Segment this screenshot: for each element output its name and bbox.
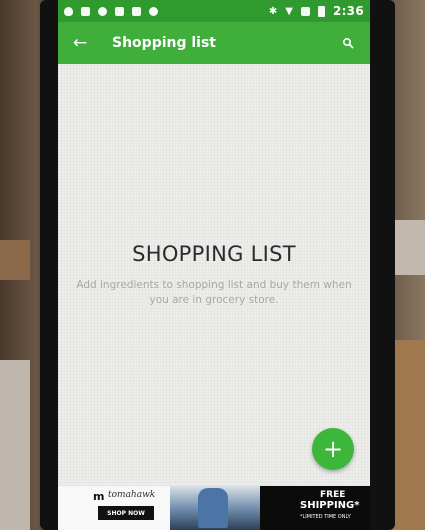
- alarm-icon: [98, 6, 107, 16]
- ad-shop-now-button[interactable]: SHOP NOW: [98, 506, 154, 520]
- empty-state-description: Add ingredients to shopping list and buy…: [76, 279, 352, 306]
- plus-icon: +: [322, 435, 344, 463]
- battery-icon: [317, 5, 325, 17]
- ad-shipping-text: SHIPPING*: [300, 500, 360, 511]
- vibrate-icon: [300, 6, 310, 16]
- ad-brand-panel: m tomahawk SHOP NOW: [58, 486, 170, 530]
- bluetooth-icon: ✱: [268, 5, 278, 17]
- wifi-icon: ▼: [285, 5, 293, 17]
- add-item-button[interactable]: +: [312, 428, 354, 470]
- lock-icon: [132, 6, 141, 16]
- ad-model-image: [198, 488, 228, 528]
- ad-photo: [170, 486, 260, 530]
- status-bar: ✱ ▼ 2:36: [58, 0, 370, 22]
- ad-shipping-panel: FREE SHIPPING* *LIMITED TIME ONLY: [260, 486, 370, 530]
- ad-free-text: FREE: [320, 490, 346, 500]
- ad-brand-logo: m: [93, 490, 105, 503]
- empty-state-title: SHOPPING LIST: [132, 242, 296, 266]
- app-bar: ← Shopping list: [58, 22, 370, 64]
- ad-brand-script: tomahawk: [108, 490, 156, 500]
- back-button[interactable]: ←: [68, 31, 92, 55]
- background-shelf: [0, 240, 30, 280]
- shield-icon: [64, 6, 73, 16]
- android-icon: [149, 6, 158, 16]
- back-arrow-icon: ←: [72, 33, 88, 53]
- search-icon: [342, 37, 354, 49]
- background-shelf: [0, 360, 30, 530]
- status-left-icons: [64, 6, 158, 16]
- status-time: 2:36: [332, 4, 364, 18]
- tool-icon: [115, 6, 124, 16]
- ad-limited-text: *LIMITED TIME ONLY: [300, 514, 351, 520]
- phone-screen: ✱ ▼ 2:36 ← Shopping list SHOPPING LIST A…: [58, 0, 370, 530]
- page-title: Shopping list: [112, 35, 216, 51]
- search-button[interactable]: [336, 31, 360, 55]
- status-right-icons: ✱ ▼ 2:36: [269, 4, 364, 18]
- ad-banner[interactable]: m tomahawk SHOP NOW FREE SHIPPING* *LIMI…: [58, 486, 370, 530]
- shopping-list-content: SHOPPING LIST Add ingredients to shoppin…: [58, 64, 370, 486]
- message-icon: [81, 6, 90, 16]
